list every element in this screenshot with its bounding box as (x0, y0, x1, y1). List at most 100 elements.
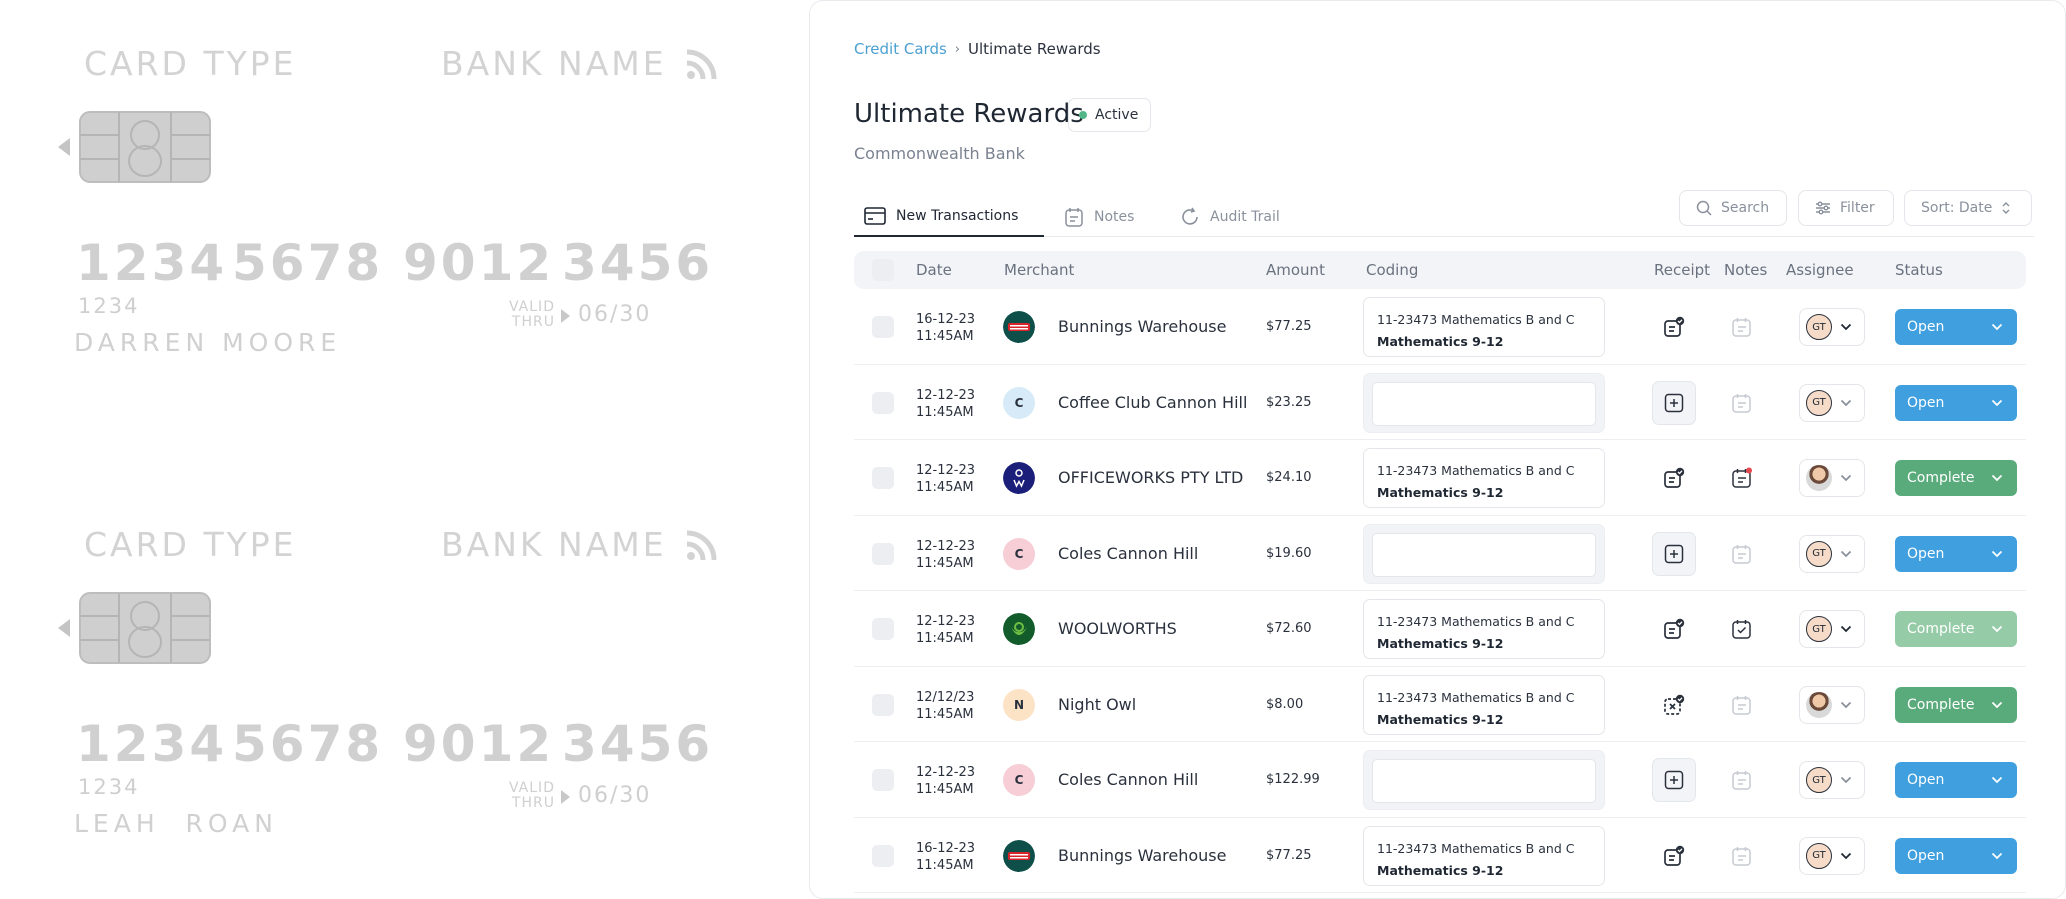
merchant-name: Bunnings Warehouse (1058, 317, 1227, 336)
coding-field[interactable]: 11-23473 Mathematics B and C Mathematics … (1363, 448, 1605, 508)
note-icon[interactable] (1731, 467, 1753, 489)
table-row: 12-12-23 11:45AM C Coles Cannon Hill $19.60 G… (854, 516, 2026, 591)
date-value: 12-12-23 (916, 463, 976, 478)
col-merchant[interactable]: Merchant (1004, 261, 1074, 279)
tab-new-transactions[interactable]: New Transactions (854, 197, 1044, 237)
transactions-panel: Credit Cards › Ultimate Rewards Ultimate… (809, 0, 2066, 899)
tab-audit-trail[interactable]: Audit Trail (1180, 197, 1280, 237)
row-checkbox[interactable] (872, 391, 894, 414)
assignee-dropdown[interactable] (1799, 685, 1865, 724)
coding-field[interactable]: 11-23473 Mathematics B and C Mathematics … (1363, 825, 1605, 886)
select-all-checkbox[interactable] (872, 259, 894, 281)
col-assignee[interactable]: Assignee (1786, 261, 1854, 279)
card-small-number: 1234 (78, 775, 140, 799)
note-empty-icon[interactable] (1731, 316, 1753, 338)
time-value: 11:45AM (916, 631, 974, 646)
assignee-dropdown[interactable]: GT (1799, 610, 1865, 648)
chevron-down-icon (1840, 399, 1852, 406)
status-dropdown[interactable]: Open (1895, 309, 2017, 345)
note-empty-icon[interactable] (1731, 392, 1753, 414)
col-receipt[interactable]: Receipt (1654, 261, 1710, 279)
tab-label: Audit Trail (1210, 209, 1280, 225)
sort-dropdown[interactable]: Sort: Date (1904, 190, 2032, 226)
contactless-icon (686, 49, 717, 80)
status-dropdown[interactable]: Open (1895, 837, 2017, 874)
col-status[interactable]: Status (1895, 261, 1943, 279)
merchant-name: Coffee Club Cannon Hill (1058, 392, 1248, 412)
status-dropdown[interactable]: Open (1895, 384, 2017, 421)
col-date[interactable]: Date (916, 261, 952, 279)
coding-field[interactable]: 11-23473 Mathematics B and C Mathematics … (1363, 297, 1605, 357)
row-checkbox[interactable] (872, 316, 894, 338)
status-dropdown[interactable]: Complete (1895, 460, 2017, 496)
coding-category: Mathematics 9-12 (1377, 862, 1504, 878)
assignee-dropdown[interactable]: GT (1799, 534, 1865, 573)
receipt-attached-icon[interactable] (1662, 844, 1686, 868)
coding-field-empty[interactable] (1363, 750, 1605, 810)
merchant-name: Coles Cannon Hill (1058, 770, 1199, 789)
coding-field[interactable]: 11-23473 Mathematics B and C Mathematics … (1363, 674, 1605, 735)
coding-input[interactable] (1372, 532, 1596, 577)
assignee-avatar (1806, 691, 1832, 718)
note-empty-icon[interactable] (1731, 769, 1753, 791)
credit-card-preview-1: CARD TYPE BANK NAME 1234 5678 9012 3456 … (0, 0, 760, 440)
col-coding[interactable]: Coding (1366, 261, 1418, 279)
transaction-date: 12/12/23 11:45AM (916, 689, 974, 723)
assignee-dropdown[interactable]: GT (1799, 836, 1865, 875)
coding-field[interactable]: 11-23473 Mathematics B and C Mathematics … (1363, 599, 1605, 659)
receipt-missing-icon[interactable] (1662, 693, 1686, 717)
receipt-attached-icon[interactable] (1662, 617, 1686, 641)
note-empty-icon[interactable] (1731, 694, 1753, 716)
tab-notes[interactable]: Notes (1064, 197, 1134, 237)
coding-input[interactable] (1372, 381, 1596, 426)
assignee-dropdown[interactable]: GT (1799, 383, 1865, 422)
status-label: Complete (1907, 470, 1975, 486)
add-receipt-button[interactable] (1652, 758, 1696, 802)
row-checkbox[interactable] (872, 693, 894, 716)
add-receipt-button[interactable] (1652, 531, 1696, 576)
assignee-avatar: GT (1806, 616, 1832, 642)
assignee-dropdown[interactable]: GT (1799, 308, 1865, 346)
assignee-avatar (1806, 465, 1832, 491)
note-icon[interactable] (1731, 618, 1753, 640)
time-value: 11:45AM (916, 782, 974, 797)
search-button[interactable]: Search (1679, 190, 1787, 226)
transaction-amount: $77.25 (1266, 319, 1312, 334)
card-number-group-3: 9012 (403, 715, 555, 773)
breadcrumb-credit-cards[interactable]: Credit Cards (854, 40, 947, 58)
card-number-group-2: 5678 (232, 234, 384, 292)
transaction-date: 12-12-23 11:45AM (916, 462, 975, 496)
note-empty-icon[interactable] (1731, 543, 1753, 565)
merchant-initial-avatar: C (1003, 764, 1035, 796)
row-checkbox[interactable] (872, 467, 894, 489)
tab-label: Notes (1094, 209, 1135, 225)
status-label: Open (1907, 847, 1945, 864)
status-dropdown[interactable]: Open (1895, 762, 2017, 798)
status-dropdown[interactable]: Complete (1895, 686, 2017, 723)
row-checkbox[interactable] (872, 542, 894, 565)
status-dropdown[interactable]: Open (1895, 535, 2017, 572)
receipt-attached-icon[interactable] (1662, 466, 1686, 490)
date-value: 12-12-23 (916, 614, 976, 629)
coding-field-empty[interactable] (1363, 523, 1605, 584)
receipt-attached-icon[interactable] (1662, 315, 1686, 339)
note-empty-icon[interactable] (1731, 845, 1753, 867)
plus-icon (1664, 770, 1684, 790)
transaction-amount: $24.10 (1266, 470, 1312, 485)
col-notes[interactable]: Notes (1724, 261, 1767, 279)
col-amount[interactable]: Amount (1266, 261, 1325, 279)
row-checkbox[interactable] (872, 618, 894, 640)
row-checkbox[interactable] (872, 844, 894, 867)
assignee-dropdown[interactable] (1799, 459, 1865, 497)
assignee-dropdown[interactable]: GT (1799, 761, 1865, 799)
row-checkbox[interactable] (872, 769, 894, 791)
valid-arrow-icon (561, 309, 570, 323)
transaction-date: 12-12-23 11:45AM (916, 538, 975, 572)
coding-field-empty[interactable] (1363, 372, 1605, 433)
date-value: 12/12/23 (916, 689, 975, 705)
add-receipt-button[interactable] (1652, 380, 1696, 425)
filter-button[interactable]: Filter (1798, 190, 1894, 226)
card-type-label: CARD TYPE (84, 525, 297, 564)
coding-input[interactable] (1372, 759, 1596, 803)
status-dropdown[interactable]: Complete (1895, 611, 2017, 647)
